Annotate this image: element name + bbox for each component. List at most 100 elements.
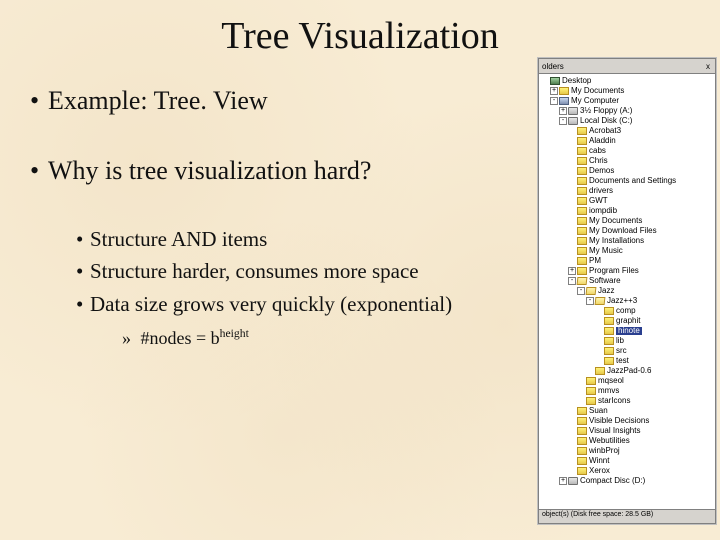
tree-node-label[interactable]: 3½ Floppy (A:) bbox=[580, 107, 632, 115]
tree-node[interactable]: My Download Files bbox=[541, 226, 713, 236]
collapse-icon[interactable]: - bbox=[559, 117, 567, 125]
tree-node[interactable]: JazzPad-0.6 bbox=[541, 366, 713, 376]
tree-node[interactable]: My Music bbox=[541, 246, 713, 256]
expand-icon[interactable]: + bbox=[568, 267, 576, 275]
tree-node[interactable]: PM bbox=[541, 256, 713, 266]
collapse-icon[interactable]: - bbox=[568, 277, 576, 285]
tree-node[interactable]: My Documents bbox=[541, 216, 713, 226]
tree-node-label[interactable]: lib bbox=[616, 337, 624, 345]
tree-node[interactable]: Visual Insights bbox=[541, 426, 713, 436]
tree-node[interactable]: test bbox=[541, 356, 713, 366]
tree-node-label[interactable]: winbProj bbox=[589, 447, 620, 455]
tree-node[interactable]: Webutilities bbox=[541, 436, 713, 446]
tree-node[interactable]: Winnt bbox=[541, 456, 713, 466]
expand-icon[interactable]: + bbox=[559, 107, 567, 115]
tree-node[interactable]: src bbox=[541, 346, 713, 356]
tree-node-label[interactable]: test bbox=[616, 357, 629, 365]
tree-node-label[interactable]: Documents and Settings bbox=[589, 177, 676, 185]
tree-node[interactable]: comp bbox=[541, 306, 713, 316]
tree-node[interactable]: Suan bbox=[541, 406, 713, 416]
tree-node-label[interactable]: My Documents bbox=[589, 217, 642, 225]
close-icon[interactable]: x bbox=[704, 62, 712, 71]
tree-node-label[interactable]: Software bbox=[589, 277, 621, 285]
tree-node[interactable]: GWT bbox=[541, 196, 713, 206]
tree-node[interactable]: - Software bbox=[541, 276, 713, 286]
tree-node[interactable]: + Compact Disc (D:) bbox=[541, 476, 713, 486]
tree-node[interactable]: + Program Files bbox=[541, 266, 713, 276]
tree-node[interactable]: drivers bbox=[541, 186, 713, 196]
folder-closed-icon bbox=[577, 217, 587, 225]
tree-node[interactable]: - Jazz++3 bbox=[541, 296, 713, 306]
tree-node-label[interactable]: graphit bbox=[616, 317, 640, 325]
tree-node[interactable]: Desktop bbox=[541, 76, 713, 86]
tree-node-label[interactable]: Local Disk (C:) bbox=[580, 117, 632, 125]
expand-icon[interactable]: + bbox=[550, 87, 558, 95]
folder-open-icon bbox=[577, 277, 588, 285]
tree-node[interactable]: mqseol bbox=[541, 376, 713, 386]
tree-node-label[interactable]: PM bbox=[589, 257, 601, 265]
tree-node[interactable]: starIcons bbox=[541, 396, 713, 406]
tree-node-label[interactable]: Compact Disc (D:) bbox=[580, 477, 645, 485]
tree-node-label[interactable]: Visible Decisions bbox=[589, 417, 649, 425]
tree-node-label[interactable]: drivers bbox=[589, 187, 613, 195]
tree-node-label[interactable]: Jazz++3 bbox=[607, 297, 637, 305]
tree-node-label[interactable]: Desktop bbox=[562, 77, 591, 85]
tree-node-label[interactable]: Demos bbox=[589, 167, 614, 175]
tree-node-label[interactable]: Xerox bbox=[589, 467, 610, 475]
tree-node-label[interactable]: JazzPad-0.6 bbox=[607, 367, 651, 375]
tree-node[interactable]: Aladdin bbox=[541, 136, 713, 146]
tree-node-label[interactable]: Acrobat3 bbox=[589, 127, 621, 135]
tree-node[interactable]: - My Computer bbox=[541, 96, 713, 106]
expand-icon[interactable]: + bbox=[559, 477, 567, 485]
tree-node[interactable]: lib bbox=[541, 336, 713, 346]
tree-node-label[interactable]: Visual Insights bbox=[589, 427, 640, 435]
tree-node[interactable]: graphit bbox=[541, 316, 713, 326]
tree-node[interactable]: mmvs bbox=[541, 386, 713, 396]
collapse-icon[interactable]: - bbox=[577, 287, 585, 295]
tree-node-label[interactable]: Jazz bbox=[598, 287, 614, 295]
tree-node[interactable]: iompdib bbox=[541, 206, 713, 216]
tree-node-label[interactable]: Program Files bbox=[589, 267, 639, 275]
tree-node[interactable]: - Local Disk (C:) bbox=[541, 116, 713, 126]
tree-node[interactable]: - Jazz bbox=[541, 286, 713, 296]
tree-node-label[interactable]: mqseol bbox=[598, 377, 624, 385]
tree-node-label[interactable]: Aladdin bbox=[589, 137, 616, 145]
tree-node-label[interactable]: My Music bbox=[589, 247, 623, 255]
tree-node-label[interactable]: starIcons bbox=[598, 397, 630, 405]
tree-node[interactable]: hinote bbox=[541, 326, 713, 336]
collapse-icon[interactable]: - bbox=[550, 97, 558, 105]
tree-node-label[interactable]: comp bbox=[616, 307, 636, 315]
tree-node-label[interactable]: My Installations bbox=[589, 237, 644, 245]
tree-node[interactable]: cabs bbox=[541, 146, 713, 156]
subsubbullet-formula: » #nodes = bheight bbox=[122, 327, 510, 349]
tree-node-label[interactable]: My Computer bbox=[571, 97, 619, 105]
tree-node[interactable]: Acrobat3 bbox=[541, 126, 713, 136]
folder-closed-icon bbox=[604, 357, 614, 365]
tree-node[interactable]: Xerox bbox=[541, 466, 713, 476]
subbullet-structure-items: •Structure AND items bbox=[76, 226, 510, 252]
tree-node-label[interactable]: GWT bbox=[589, 197, 608, 205]
tree-node-label[interactable]: mmvs bbox=[598, 387, 619, 395]
tree-node-label[interactable]: cabs bbox=[589, 147, 606, 155]
folder-closed-icon bbox=[577, 447, 587, 455]
tree-node[interactable]: +3½ Floppy (A:) bbox=[541, 106, 713, 116]
tree-node-label[interactable]: My Download Files bbox=[589, 227, 657, 235]
tree-node-label[interactable]: Chris bbox=[589, 157, 608, 165]
tree-node[interactable]: Chris bbox=[541, 156, 713, 166]
tree-node[interactable]: Documents and Settings bbox=[541, 176, 713, 186]
tree-node-label[interactable]: My Documents bbox=[571, 87, 624, 95]
tree-body[interactable]: Desktop+My Documents-My Computer+3½ Flop… bbox=[539, 74, 715, 509]
tree-node-label[interactable]: Winnt bbox=[589, 457, 609, 465]
tree-node[interactable]: My Installations bbox=[541, 236, 713, 246]
tree-node-label[interactable]: iompdib bbox=[589, 207, 617, 215]
collapse-icon[interactable]: - bbox=[586, 297, 594, 305]
folder-closed-icon bbox=[604, 327, 614, 335]
tree-node[interactable]: Visible Decisions bbox=[541, 416, 713, 426]
tree-node-label[interactable]: hinote bbox=[616, 327, 642, 335]
tree-node[interactable]: Demos bbox=[541, 166, 713, 176]
tree-node-label[interactable]: Webutilities bbox=[589, 437, 630, 445]
tree-node[interactable]: winbProj bbox=[541, 446, 713, 456]
tree-node-label[interactable]: src bbox=[616, 347, 627, 355]
tree-node[interactable]: + My Documents bbox=[541, 86, 713, 96]
tree-node-label[interactable]: Suan bbox=[589, 407, 608, 415]
